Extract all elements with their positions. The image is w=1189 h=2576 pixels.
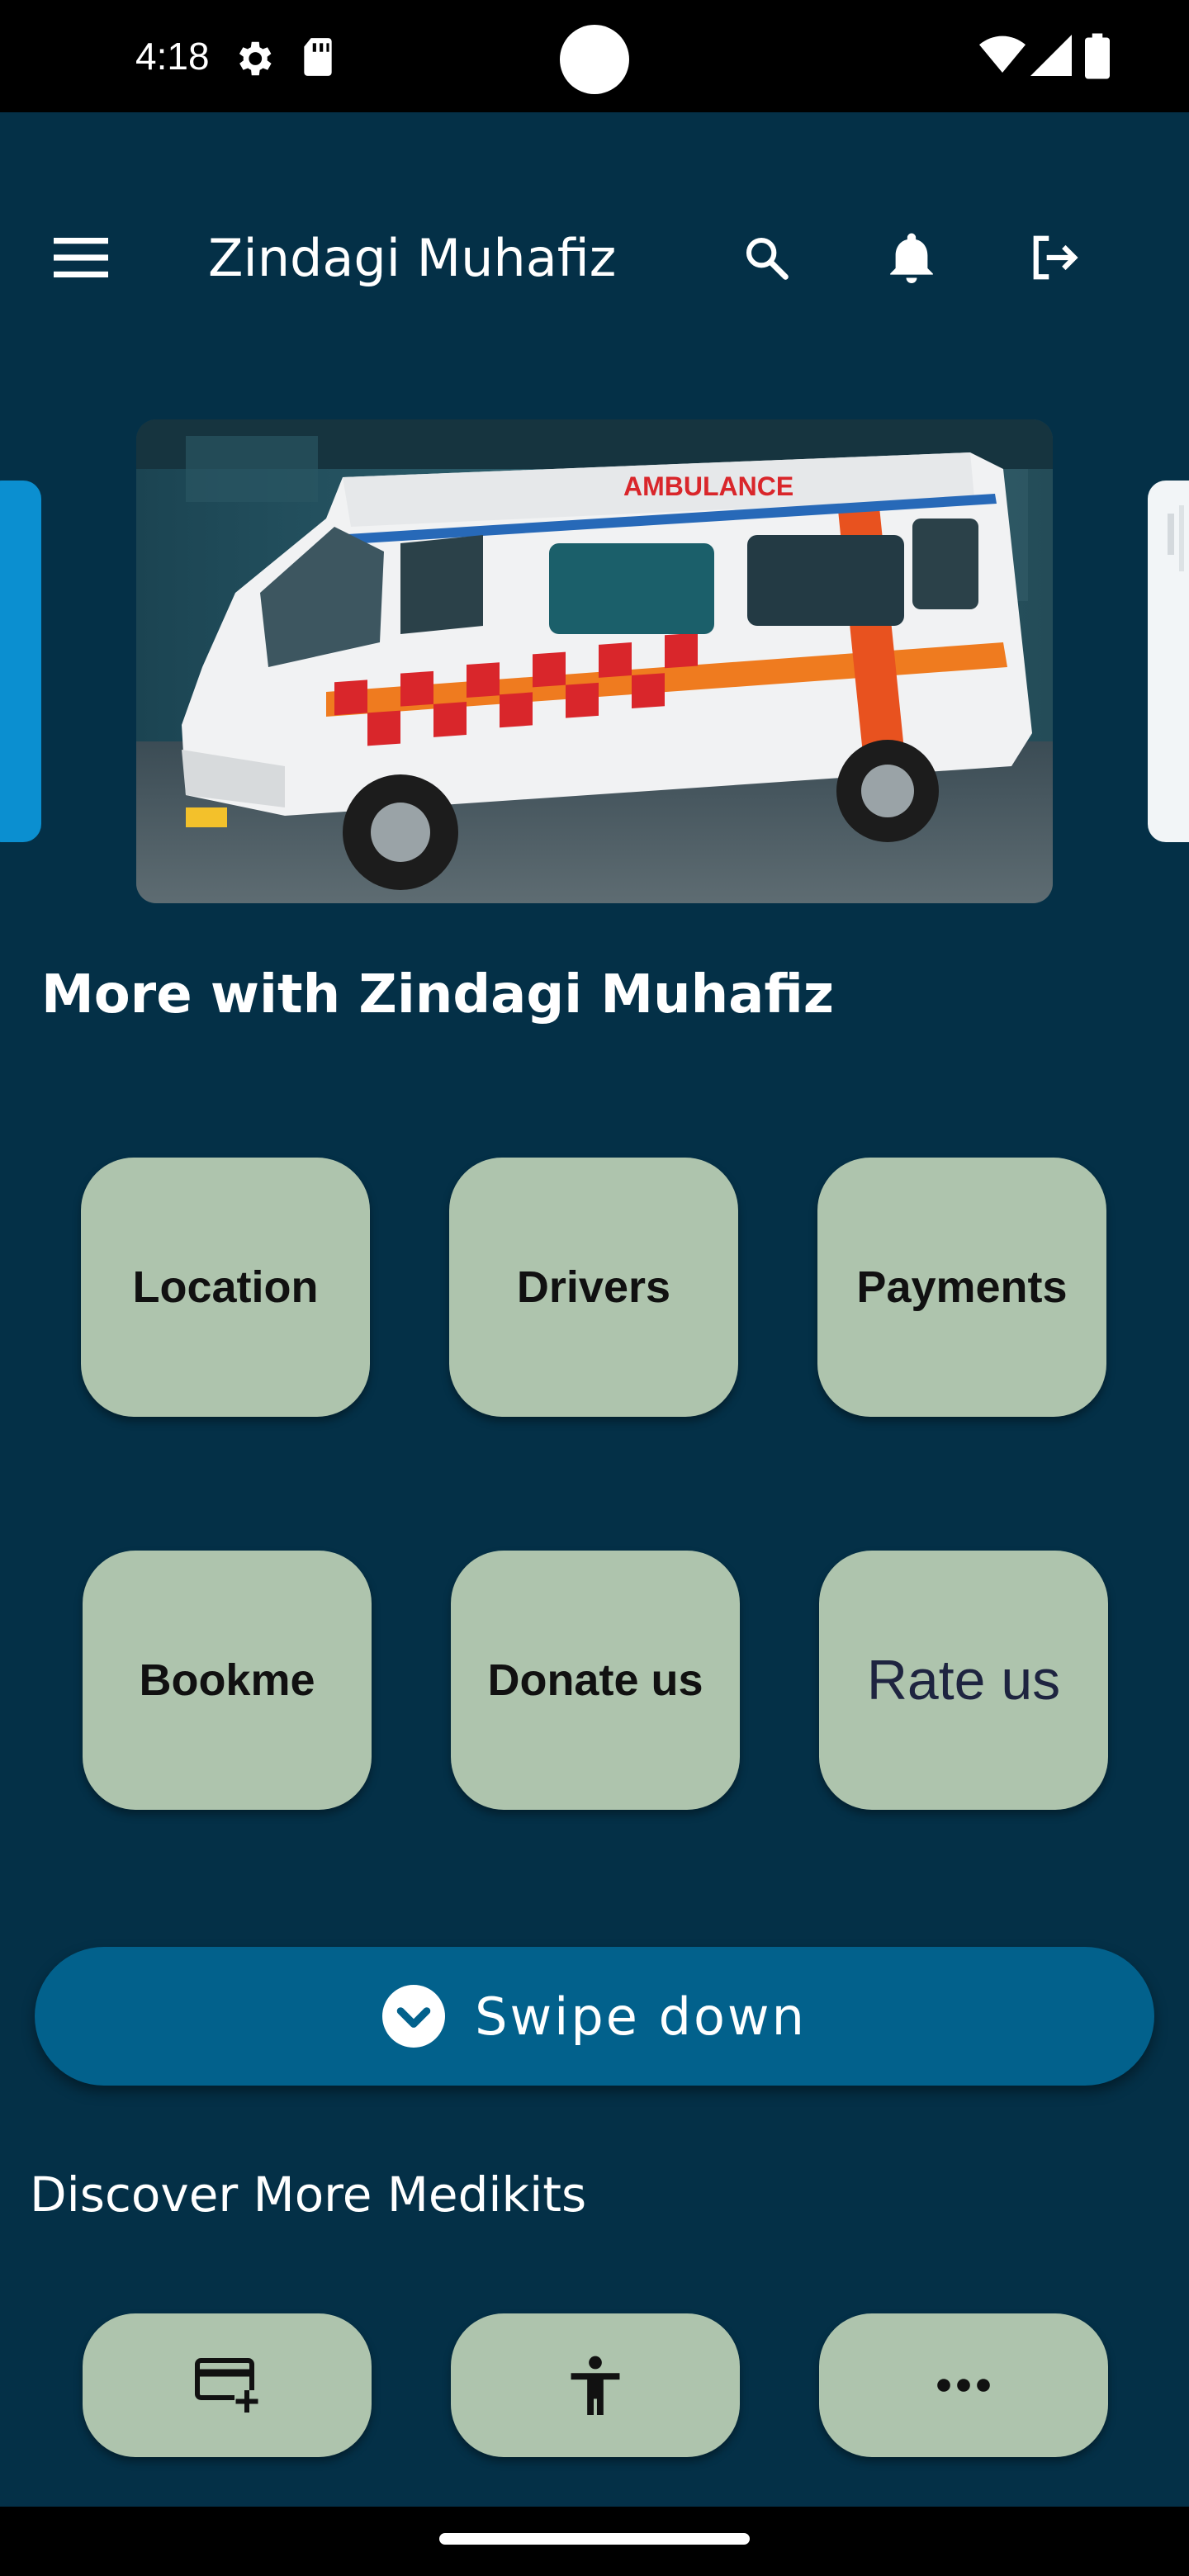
- menu-button[interactable]: [41, 218, 121, 297]
- more-horizontal-icon: [937, 2379, 990, 2392]
- tile-label: Donate us: [487, 1655, 703, 1705]
- rate-us-tile[interactable]: Rate us: [819, 1551, 1108, 1810]
- status-time: 4:18: [135, 35, 210, 78]
- carousel-previous-slide[interactable]: [0, 481, 41, 842]
- accessibility-icon: [571, 2356, 620, 2415]
- tile-label: Bookme: [139, 1655, 315, 1705]
- battery-icon: [1085, 33, 1110, 79]
- home-gesture-handle[interactable]: [439, 2533, 750, 2545]
- carousel-next-slide[interactable]: [1148, 481, 1189, 842]
- menu-icon: [54, 238, 108, 277]
- logout-icon: [1033, 235, 1078, 280]
- payments-tile[interactable]: Payments: [817, 1158, 1106, 1417]
- section-title: More with Zindagi Muhafiz: [41, 964, 835, 1025]
- tile-label: Payments: [856, 1262, 1068, 1312]
- app-title: Zindagi Muhafiz: [208, 228, 617, 288]
- drivers-tile[interactable]: Drivers: [449, 1158, 738, 1417]
- medikit-add-card-button[interactable]: [83, 2313, 372, 2457]
- ambulance-photo[interactable]: AMBULANCE: [136, 419, 1053, 903]
- cellular-signal-icon: [1030, 35, 1072, 76]
- ambulance-sign: AMBULANCE: [623, 471, 793, 501]
- add-card-icon: [195, 2358, 259, 2413]
- tile-label: Drivers: [516, 1262, 671, 1312]
- tile-label: Rate us: [866, 1649, 1061, 1712]
- notifications-button[interactable]: [872, 218, 951, 297]
- wifi-icon: [979, 36, 1026, 73]
- tile-label: Location: [132, 1262, 319, 1312]
- bell-icon: [890, 233, 933, 283]
- medikit-more-button[interactable]: [819, 2313, 1108, 2457]
- medikit-accessibility-button[interactable]: [451, 2313, 740, 2457]
- search-button[interactable]: [727, 218, 806, 297]
- donate-us-tile[interactable]: Donate us: [451, 1551, 740, 1810]
- location-tile[interactable]: Location: [81, 1158, 370, 1417]
- logout-button[interactable]: [1016, 218, 1095, 297]
- search-icon: [746, 237, 789, 280]
- swipe-down-label: Swipe down: [475, 1986, 807, 2047]
- camera-cutout: [560, 25, 629, 94]
- bookme-tile[interactable]: Bookme: [83, 1551, 372, 1810]
- sd-card-icon: [304, 38, 332, 76]
- swipe-down-button[interactable]: Swipe down: [35, 1947, 1154, 2086]
- discover-title: Discover More Medikits: [30, 2166, 587, 2223]
- chevron-down-circle-icon: [382, 1985, 446, 2048]
- settings-gear-icon: [239, 41, 272, 76]
